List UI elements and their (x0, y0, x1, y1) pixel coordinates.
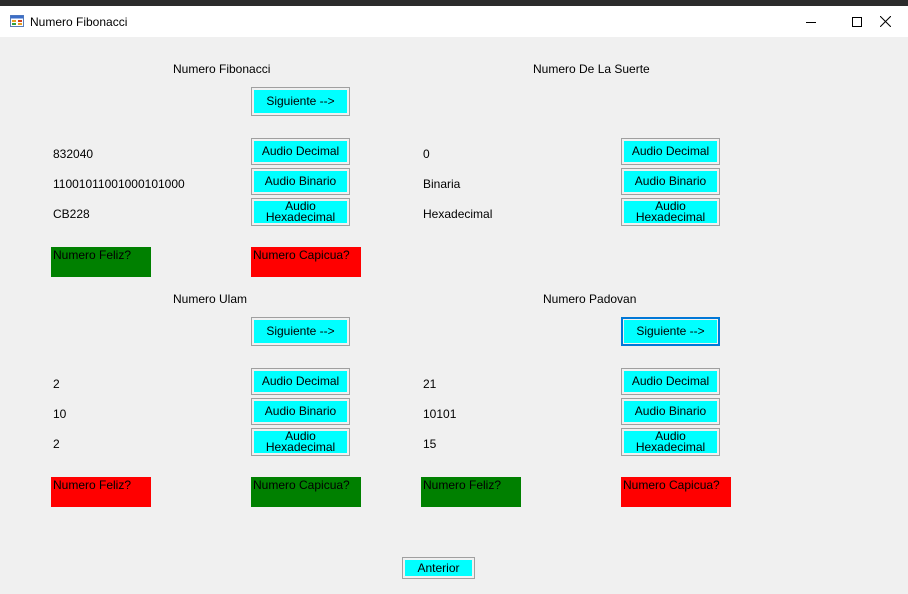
padovan-hex-value: 15 (423, 437, 437, 451)
lucky-audio-binary-button[interactable]: Audio Binario (621, 168, 720, 195)
padovan-decimal-value: 21 (423, 377, 437, 391)
fibonacci-decimal-value: 832040 (53, 147, 94, 161)
fibonacci-palindrome-indicator: Numero Capicua? (251, 247, 361, 277)
padovan-palindrome-indicator: Numero Capicua? (621, 477, 731, 507)
ulam-happy-indicator: Numero Feliz? (51, 477, 151, 507)
lucky-decimal-value: 0 (423, 147, 430, 161)
lucky-heading: Numero De La Suerte (533, 62, 650, 76)
padovan-next-button[interactable]: Siguiente --> (621, 317, 720, 346)
title-bar[interactable]: Numero Fibonacci (0, 6, 908, 37)
close-icon (879, 16, 891, 27)
maximize-icon (852, 16, 862, 27)
fibonacci-binary-value: 11001011001000101000 (53, 177, 185, 191)
fibonacci-next-button[interactable]: Siguiente --> (251, 87, 350, 116)
ulam-hex-value: 2 (53, 437, 60, 451)
fibonacci-audio-hex-button[interactable]: Audio Hexadecimal (251, 198, 350, 226)
fibonacci-happy-indicator: Numero Feliz? (51, 247, 151, 277)
windows-forms-app-icon (10, 15, 24, 27)
ulam-audio-decimal-button[interactable]: Audio Decimal (251, 368, 350, 395)
form-client-area: Numero Fibonacci Siguiente --> 832040 11… (0, 37, 908, 594)
minimize-icon (806, 17, 816, 27)
window-title: Numero Fibonacci (30, 15, 128, 29)
padovan-audio-binary-button[interactable]: Audio Binario (621, 398, 720, 425)
lucky-audio-decimal-button[interactable]: Audio Decimal (621, 138, 720, 165)
padovan-heading: Numero Padovan (543, 292, 637, 306)
ulam-heading: Numero Ulam (173, 292, 248, 306)
ulam-palindrome-indicator: Numero Capicua? (251, 477, 361, 507)
ulam-decimal-value: 2 (53, 377, 60, 391)
fibonacci-heading: Numero Fibonacci (173, 62, 271, 76)
fibonacci-hex-value: CB228 (53, 207, 90, 221)
back-button[interactable]: Anterior (402, 557, 475, 579)
ulam-binary-value: 10 (53, 407, 67, 421)
lucky-binary-value: Binaria (423, 177, 461, 191)
lucky-audio-hex-button[interactable]: Audio Hexadecimal (621, 198, 720, 226)
padovan-audio-decimal-button[interactable]: Audio Decimal (621, 368, 720, 395)
lucky-hex-value: Hexadecimal (423, 207, 493, 221)
fibonacci-audio-decimal-button[interactable]: Audio Decimal (251, 138, 350, 165)
padovan-binary-value: 10101 (423, 407, 457, 421)
padovan-audio-hex-button[interactable]: Audio Hexadecimal (621, 428, 720, 456)
minimize-button[interactable] (788, 6, 834, 37)
ulam-audio-binary-button[interactable]: Audio Binario (251, 398, 350, 425)
ulam-audio-hex-button[interactable]: Audio Hexadecimal (251, 428, 350, 456)
close-button[interactable] (862, 6, 908, 37)
ulam-next-button[interactable]: Siguiente --> (251, 317, 350, 346)
fibonacci-audio-binary-button[interactable]: Audio Binario (251, 168, 350, 195)
padovan-happy-indicator: Numero Feliz? (421, 477, 521, 507)
